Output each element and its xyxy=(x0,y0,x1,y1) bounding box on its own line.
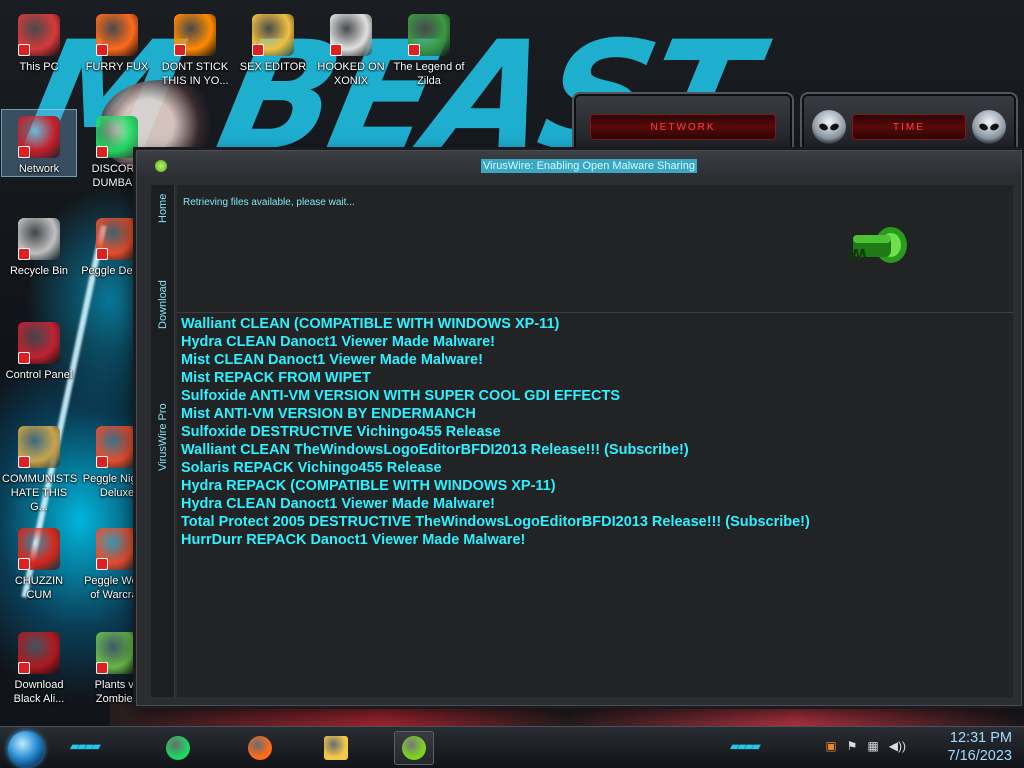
control-panel-icon xyxy=(18,322,60,364)
chuzzle-icon xyxy=(18,528,60,570)
svg-text:Wire: Wire xyxy=(847,245,867,261)
desktop-icon[interactable]: Control Panel xyxy=(2,316,76,382)
desktop-icon[interactable]: FURRY FUX xyxy=(80,8,154,74)
system-tray: ▣ ⚑ ▦ ◀)) xyxy=(825,739,906,753)
alien-head-icon xyxy=(812,110,846,144)
desktop-icon[interactable]: SEX EDITOR xyxy=(236,8,310,74)
spotify-like-icon xyxy=(96,116,138,158)
file-list-item[interactable]: Sulfoxide ANTI-VM VERSION WITH SUPER COO… xyxy=(181,387,1009,405)
spotify-like-icon xyxy=(166,736,190,760)
limewire-icon xyxy=(402,736,426,760)
peggle-icon xyxy=(96,426,138,468)
tab-home[interactable]: Home xyxy=(151,187,175,229)
viruswire-logo-icon: Wire xyxy=(847,227,907,263)
hex-editor-icon xyxy=(252,14,294,56)
desktop-icon[interactable]: This PC xyxy=(2,8,76,74)
tab-viruswire-pro-label: VirusWire Pro xyxy=(157,403,169,471)
file-list-item[interactable]: Sulfoxide DESTRUCTIVE Vichingo455 Releas… xyxy=(181,423,1009,441)
desktop-icon-label: COMMUNISTS HATE THIS G... xyxy=(2,473,78,513)
tray-app-icon[interactable]: ▣ xyxy=(825,739,836,753)
window-content: Retrieving files available, please wait.… xyxy=(177,185,1013,697)
status-text: Retrieving files available, please wait.… xyxy=(183,197,355,208)
taskbar-app-button[interactable] xyxy=(240,731,280,765)
pvz-flower-icon xyxy=(96,632,138,674)
desktop-icon[interactable]: CHUZZIN CUM xyxy=(2,522,76,602)
window-titlebar[interactable]: VirusWire: Enabling Open Malware Sharing xyxy=(137,151,1021,181)
desktop-icon[interactable]: COMMUNISTS HATE THIS G... xyxy=(2,420,78,514)
window-title: VirusWire: Enabling Open Malware Sharing xyxy=(481,159,697,173)
desktop-icon-label: DONT STICK THIS IN YO... xyxy=(161,61,229,87)
taskbar-app-button[interactable] xyxy=(394,731,434,765)
taskbar-decoration: ▰▰▰▰ xyxy=(730,739,761,753)
taskbar-app-button[interactable] xyxy=(316,731,356,765)
taskbar-app-button[interactable] xyxy=(158,731,198,765)
flag-icon[interactable]: ⚑ xyxy=(847,739,858,753)
taskbar-clock[interactable]: 12:31 PM 7/16/2023 xyxy=(947,729,1012,765)
desktop-icon-label: Recycle Bin xyxy=(9,265,69,277)
desktop-icon-label: CHUZZIN CUM xyxy=(14,575,64,601)
file-list-item[interactable]: Hydra REPACK (COMPATIBLE WITH WINDOWS XP… xyxy=(181,477,1009,495)
desktop-icon[interactable]: HOOKED ON XONIX xyxy=(314,8,388,88)
network-widget-label: NETWORK xyxy=(590,114,776,140)
header-pane: Retrieving files available, please wait.… xyxy=(177,185,1013,313)
tab-download[interactable]: Download xyxy=(151,231,175,329)
alien-theme-icon xyxy=(18,632,60,674)
network-globe-icon xyxy=(18,116,60,158)
file-list: Walliant CLEAN (COMPATIBLE WITH WINDOWS … xyxy=(177,313,1013,551)
side-tab-bar: Home Download VirusWire Pro xyxy=(151,185,175,697)
pixel-hero-icon xyxy=(408,14,450,56)
viruswire-window: VirusWire: Enabling Open Malware Sharing… xyxy=(136,150,1022,706)
time-widget-label: TIME xyxy=(852,114,966,140)
desktop-icon[interactable]: Recycle Bin xyxy=(2,212,76,278)
alien-head-icon xyxy=(972,110,1006,144)
file-list-item[interactable]: Solaris REPACK Vichingo455 Release xyxy=(181,459,1009,477)
xonix-game-icon xyxy=(330,14,372,56)
desktop-icon-label: SEX EDITOR xyxy=(239,61,307,73)
desktop-icon-label: This PC xyxy=(19,61,59,73)
file-list-item[interactable]: HurrDurr REPACK Danoct1 Viewer Made Malw… xyxy=(181,531,1009,549)
firefox-icon xyxy=(96,14,138,56)
file-list-item[interactable]: Mist ANTI-VM VERSION BY ENDERMANCH xyxy=(181,405,1009,423)
file-list-item[interactable]: Walliant CLEAN (COMPATIBLE WITH WINDOWS … xyxy=(181,315,1009,333)
volume-icon[interactable]: ◀)) xyxy=(889,739,906,753)
money-bag-icon xyxy=(18,426,60,468)
file-list-item[interactable]: Hydra CLEAN Danoct1 Viewer Made Malware! xyxy=(181,495,1009,513)
clock-date: 7/16/2023 xyxy=(947,748,1012,764)
file-list-item[interactable]: Hydra CLEAN Danoct1 Viewer Made Malware! xyxy=(181,333,1009,351)
desktop-icon-label: The Legend of Zilda xyxy=(393,61,465,87)
desktop-icon-label: Network xyxy=(18,163,60,175)
file-list-item[interactable]: Total Protect 2005 DESTRUCTIVE TheWindow… xyxy=(181,513,1009,531)
desktop-icon-label: FURRY FUX xyxy=(85,61,149,73)
tab-viruswire-pro[interactable]: VirusWire Pro xyxy=(151,293,175,471)
desktop-icon[interactable]: Network xyxy=(1,109,77,177)
limewire-icon[interactable] xyxy=(155,160,167,172)
start-button[interactable] xyxy=(8,731,44,767)
file-list-item[interactable]: Mist REPACK FROM WIPET xyxy=(181,369,1009,387)
clock-time: 12:31 PM xyxy=(949,730,1012,746)
file-explorer-icon xyxy=(324,736,348,760)
vlc-cone-icon xyxy=(174,14,216,56)
peggle-icon xyxy=(96,528,138,570)
computer-icon xyxy=(18,14,60,56)
taskbar: ▰▰▰▰ ▰▰▰▰ ▣ ⚑ ▦ ◀)) 12:31 PM 7/16/2023 xyxy=(0,726,1024,768)
desktop-icon[interactable]: DONT STICK THIS IN YO... xyxy=(158,8,232,88)
desktop-icon[interactable]: Download Black Ali... xyxy=(2,626,76,706)
desktop-icon-label: Control Panel xyxy=(5,369,73,381)
network-icon[interactable]: ▦ xyxy=(867,739,878,753)
file-list-item[interactable]: Walliant CLEAN TheWindowsLogoEditorBFDI2… xyxy=(181,441,1009,459)
recycle-bin-icon xyxy=(18,218,60,260)
desktop-icon-label: Download Black Ali... xyxy=(13,679,65,705)
desktop-icon-label: HOOKED ON XONIX xyxy=(317,61,385,87)
peggle-icon xyxy=(96,218,138,260)
firefox-icon xyxy=(248,736,272,760)
desktop-icon[interactable]: The Legend of Zilda xyxy=(392,8,466,88)
file-list-item[interactable]: Mist CLEAN Danoct1 Viewer Made Malware! xyxy=(181,351,1009,369)
taskbar-decoration: ▰▰▰▰ xyxy=(70,739,101,753)
tab-home-label: Home xyxy=(157,193,169,223)
